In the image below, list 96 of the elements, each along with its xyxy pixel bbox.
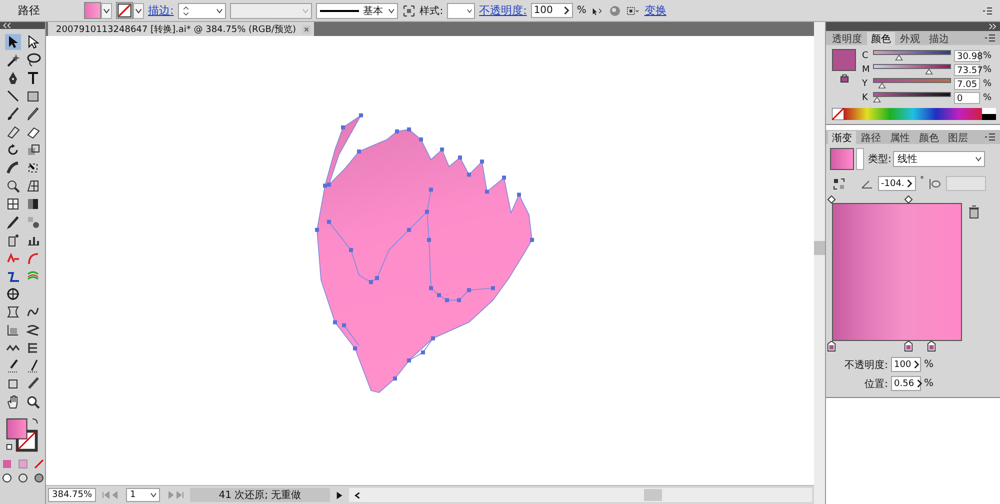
stop-opacity-field[interactable]: 100 [891,357,921,372]
hand-icon[interactable] [4,394,20,410]
none-color-icon[interactable] [832,108,844,120]
scribble-icon[interactable] [24,322,40,338]
spinner-arrows-icon[interactable] [182,4,190,16]
channel-value-field[interactable]: 73.57 [954,64,980,76]
color-slider[interactable] [873,64,951,76]
angle-field[interactable]: -104. [878,176,916,191]
panel-menu-icon[interactable] [983,132,997,142]
percent-sign: % [983,92,992,102]
percent-sign: % [983,64,992,74]
zoom-icon[interactable] [24,394,40,410]
current-color-swatch[interactable] [832,49,856,71]
percent-sign: % [983,78,992,88]
vertical-scrollbar[interactable] [814,22,825,504]
stroke-swatch-button[interactable] [116,2,133,19]
zoom-dropdown[interactable]: 384.75% [48,488,96,502]
chevron-right-icon[interactable] [562,6,570,15]
percent-sign: % [924,378,934,389]
location-label: 位置: [864,378,888,390]
percent-sign: % [924,359,934,370]
type-label: 类型: [868,152,892,166]
fill-swatch-button[interactable] [84,2,101,19]
channel-label: Y [862,78,868,88]
line-icon[interactable] [4,88,20,104]
document-tab[interactable]: 2007910113248647 [转换].ai* @ 384.75% (RGB/预览) [48,22,314,36]
dashed-frame-icon[interactable] [402,4,416,18]
panel-tab[interactable]: 颜色 [867,32,895,45]
channel-label: M [862,64,870,74]
panel-menu-icon[interactable] [983,33,997,43]
midpoint-diamond-icon[interactable] [827,195,836,204]
gradient-preview-bar[interactable] [832,203,962,341]
gradient-type-dropdown[interactable]: 线性 [893,151,986,167]
default-swatches[interactable] [982,108,996,120]
magic-wand-icon[interactable] [4,52,20,68]
printer-warning-icon[interactable] [840,74,848,83]
trash-icon[interactable] [968,205,980,219]
crosshair-circle-icon[interactable] [4,286,20,302]
stroke-link[interactable]: 描边: [148,3,174,18]
scrollbar-thumb[interactable] [814,241,825,255]
color-stop-icon[interactable] [927,341,936,352]
opacity-field[interactable]: 100 [530,3,573,18]
transform-link[interactable]: 变换 [644,3,666,18]
petal-shape-drawing[interactable] [315,113,534,394]
lasso-icon[interactable] [24,52,40,68]
chevron-right-icon[interactable] [913,360,920,369]
brush-definition-dropdown[interactable]: 基本 [316,2,398,18]
perspective-grid-icon[interactable] [24,178,40,194]
style-label: 样式: [420,4,444,18]
aspect-ratio-icon [928,176,942,190]
eyedropper-icon[interactable] [4,214,20,230]
color-stop-icon[interactable] [904,341,913,352]
mesh-icon[interactable] [4,196,20,212]
color-stop-icon[interactable] [827,341,836,352]
pencil-icon[interactable] [24,106,40,122]
color-mode-icon[interactable] [0,458,12,470]
scroll-left-icon[interactable] [353,490,362,500]
color-spectrum-bar[interactable] [844,108,982,120]
pinch-icon[interactable] [4,304,20,320]
percent-sign: % [983,50,992,60]
opacity-link[interactable]: 不透明度: [479,3,527,18]
color-slider[interactable] [873,92,951,104]
gradient-swatch[interactable] [830,148,854,170]
draw-behind-icon[interactable] [16,472,28,484]
stroke-weight-field[interactable] [178,2,226,18]
channel-value-field[interactable]: 7.05 [954,78,980,90]
reverse-gradient-icon[interactable] [832,176,846,190]
draw-mode-icon[interactable] [0,472,12,484]
channel-value-field[interactable]: 30.98 [954,50,980,62]
close-icon[interactable] [302,24,311,34]
collapse-arrows-icon[interactable] [2,22,12,29]
channel-label: K [862,92,869,102]
grid-chart-icon[interactable] [4,322,20,338]
channel-label: C [862,50,870,60]
blob-brush-icon[interactable] [4,124,20,140]
channel-value-field[interactable]: 0 [954,92,980,104]
panel-tab[interactable]: 渐变 [828,131,856,144]
collapse-arrows-icon[interactable] [987,23,997,30]
stop-location-field[interactable]: 0.56 [891,376,921,391]
draw-inside-icon[interactable] [32,472,44,484]
artboard-number-dropdown[interactable]: 1 [126,488,160,502]
warp-icon[interactable] [4,160,20,176]
chevron-right-icon[interactable] [906,179,914,188]
shape-builder-icon[interactable] [4,178,20,194]
status-menu-arrow-icon[interactable] [335,490,344,500]
scrollbar-thumb[interactable] [644,489,662,501]
color-slider[interactable] [873,50,951,62]
chevron-right-icon[interactable] [916,379,924,388]
undo-status-text: 41 次还原; 无重做 [190,488,330,502]
selection-type-label: 路径 [18,3,41,18]
percent-sign: % [576,5,586,16]
degree-sign: ° [920,175,924,184]
opacity-label: 不透明度: [844,358,888,372]
horizontal-scrollbar[interactable] [349,488,812,502]
color-slider[interactable] [873,78,951,90]
aspect-ratio-field[interactable] [946,176,986,191]
